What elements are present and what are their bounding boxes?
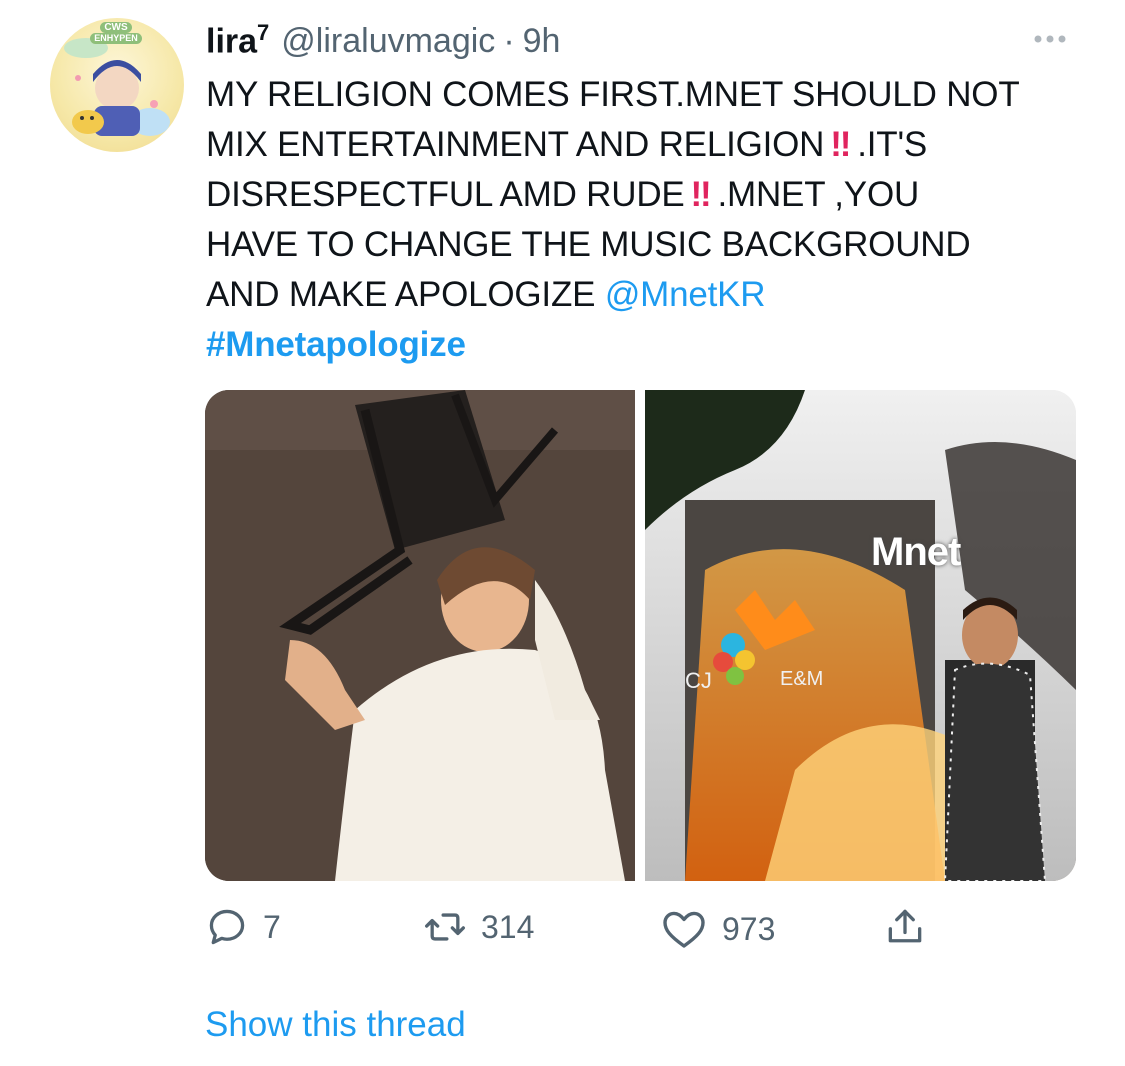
tweet-media: Mnet CJ E&M — [205, 390, 1076, 881]
show-thread-link[interactable]: Show this thread — [205, 1005, 466, 1045]
tweet-header: lira7 @liraluvmagic · 9h — [206, 20, 560, 60]
cj-label: CJ — [685, 668, 712, 693]
em-label: E&M — [780, 668, 824, 690]
retweet-count: 314 — [481, 908, 535, 945]
tweet-text: MY RELIGION COMES FIRST.MNET SHOULD NOT … — [206, 70, 1086, 370]
avatar-badge: CWS ENHYPEN — [66, 22, 166, 44]
display-name-text: lira — [206, 22, 258, 61]
media-image-2[interactable]: Mnet CJ E&M — [645, 390, 1076, 881]
tweet-line-2-text: MIX ENTERTAINMENT AND RELIGION — [206, 125, 825, 164]
media-image-2-art — [645, 390, 1076, 881]
avatar-badge-top: CWS — [100, 22, 132, 33]
hashtag-link[interactable]: #Mnetapologize — [206, 325, 466, 364]
mention-link[interactable]: @MnetKR — [605, 275, 766, 314]
reply-button[interactable]: 7 — [205, 905, 281, 949]
mnet-logo: Mnet — [871, 530, 961, 574]
share-icon — [888, 909, 922, 943]
tweet-line-3: DISRESPECTFUL AMD RUDE ‼ .MNET ,YOU — [206, 170, 1086, 220]
more-icon[interactable] — [1025, 24, 1075, 59]
tweet-actions: 7 314 973 — [205, 905, 945, 955]
like-icon — [663, 911, 705, 948]
tweet-line-3-end: .MNET ,YOU — [717, 175, 920, 214]
share-button[interactable] — [883, 905, 927, 949]
separator-dot: · — [503, 22, 515, 61]
avatar-badge-bottom: ENHYPEN — [90, 33, 142, 44]
double-exclamation-icon: ‼ — [830, 125, 852, 164]
like-button[interactable]: 973 — [660, 905, 775, 953]
timestamp[interactable]: 9h — [523, 22, 561, 61]
reply-count: 7 — [263, 908, 281, 945]
display-name-sup: 7 — [257, 20, 270, 45]
double-exclamation-icon: ‼ — [690, 175, 712, 214]
tweet-line-5-text: AND MAKE APOLOGIZE — [206, 275, 596, 314]
like-count: 973 — [722, 910, 776, 947]
tweet-line-2-end: .IT'S — [857, 125, 928, 164]
user-handle[interactable]: @liraluvmagic — [281, 22, 495, 61]
hashtag-line: #Mnetapologize — [206, 320, 1086, 370]
tweet-line-1: MY RELIGION COMES FIRST.MNET SHOULD NOT — [206, 75, 1020, 114]
tweet-line-3-text: DISRESPECTFUL AMD RUDE — [206, 175, 685, 214]
display-name[interactable]: lira7 — [206, 20, 269, 61]
reply-icon — [209, 909, 245, 945]
retweet-icon — [425, 913, 465, 941]
tweet-line-2: MIX ENTERTAINMENT AND RELIGION ‼ .IT'S — [206, 120, 1086, 170]
media-image-1-art — [205, 390, 635, 881]
tweet-line-5: AND MAKE APOLOGIZE @MnetKR — [206, 270, 1086, 320]
retweet-button[interactable]: 314 — [423, 905, 534, 949]
media-image-1[interactable] — [205, 390, 635, 881]
tweet-line-4: HAVE TO CHANGE THE MUSIC BACKGROUND — [206, 225, 971, 264]
